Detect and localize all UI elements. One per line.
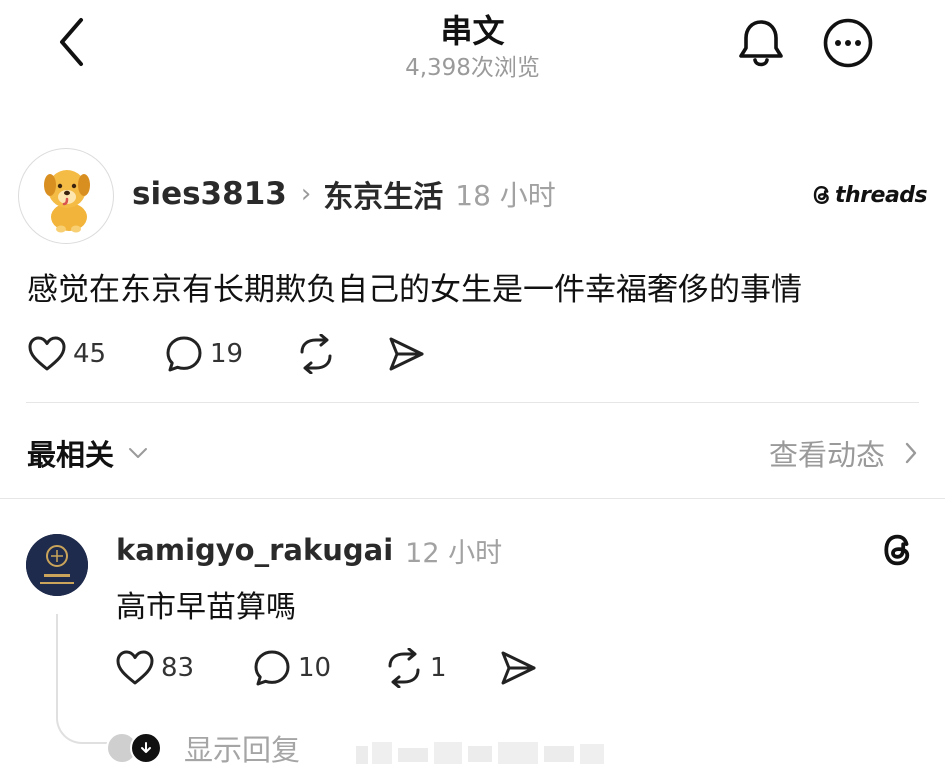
passport-avatar-icon bbox=[26, 534, 88, 596]
chevron-right-icon: › bbox=[300, 179, 312, 209]
post-topic[interactable]: 东京生活 bbox=[323, 172, 443, 216]
activity-label: 查看动态 bbox=[768, 438, 885, 472]
like-count: 45 bbox=[73, 339, 107, 369]
comment-count: 19 bbox=[210, 339, 244, 369]
send-icon bbox=[389, 337, 424, 371]
reply-share-button[interactable] bbox=[498, 648, 538, 688]
reply-time: 12 小时 bbox=[405, 537, 503, 569]
reply-comment-button[interactable]: 10 bbox=[252, 648, 331, 688]
send-icon bbox=[501, 651, 536, 685]
threads-brand: threads bbox=[810, 178, 928, 212]
view-activity-link[interactable]: 查看动态 bbox=[769, 432, 919, 474]
arrow-down-icon bbox=[130, 732, 162, 764]
watermark-icon bbox=[356, 742, 604, 764]
sort-label: 最相关 bbox=[27, 438, 115, 472]
threads-wordmark: threads bbox=[835, 182, 928, 208]
comment-icon bbox=[254, 650, 290, 686]
threads-logo-icon[interactable] bbox=[878, 530, 918, 570]
reply-comment-count: 10 bbox=[298, 653, 332, 683]
more-options-icon[interactable] bbox=[822, 17, 874, 69]
share-button[interactable] bbox=[386, 334, 426, 374]
repost-button[interactable] bbox=[296, 334, 336, 374]
thread-connector-line bbox=[56, 614, 112, 744]
page-title: 串文 bbox=[440, 12, 505, 50]
view-count: 4,398次浏览 bbox=[405, 55, 540, 81]
show-replies-button[interactable]: 显示回复 bbox=[106, 727, 300, 769]
chevron-down-icon bbox=[129, 448, 148, 458]
reply-like-button[interactable]: 83 bbox=[115, 648, 194, 688]
comment-button[interactable]: 19 bbox=[164, 334, 243, 374]
divider bbox=[26, 402, 919, 403]
like-button[interactable]: 45 bbox=[27, 334, 106, 374]
bell-icon[interactable] bbox=[736, 16, 786, 70]
divider bbox=[0, 498, 945, 499]
post-text: 感觉在东京有长期欺负自己的女生是一件幸福奢侈的事情 bbox=[27, 272, 802, 308]
reply-like-count: 83 bbox=[161, 653, 195, 683]
repost-icon bbox=[388, 648, 420, 688]
sort-dropdown[interactable]: 最相关 bbox=[27, 432, 150, 474]
comment-icon bbox=[166, 336, 202, 372]
chevron-right-icon bbox=[905, 442, 917, 464]
reply-repost-button[interactable]: 1 bbox=[384, 648, 447, 688]
avatar[interactable] bbox=[18, 148, 114, 244]
post-username[interactable]: sies3813 bbox=[132, 176, 287, 212]
heart-icon bbox=[116, 650, 154, 685]
post-time: 18 小时 bbox=[455, 179, 556, 212]
dog-avatar-icon bbox=[44, 170, 90, 233]
heart-icon bbox=[28, 336, 66, 371]
reply-repost-count: 1 bbox=[430, 653, 447, 683]
reply-username[interactable]: kamigyo_rakugai bbox=[116, 533, 393, 567]
show-replies-label: 显示回复 bbox=[184, 733, 301, 767]
threads-logo-icon bbox=[813, 185, 829, 205]
repost-icon bbox=[300, 334, 332, 374]
reply-text: 高市早苗算嗎 bbox=[116, 590, 296, 625]
reply-avatar[interactable] bbox=[26, 534, 88, 596]
